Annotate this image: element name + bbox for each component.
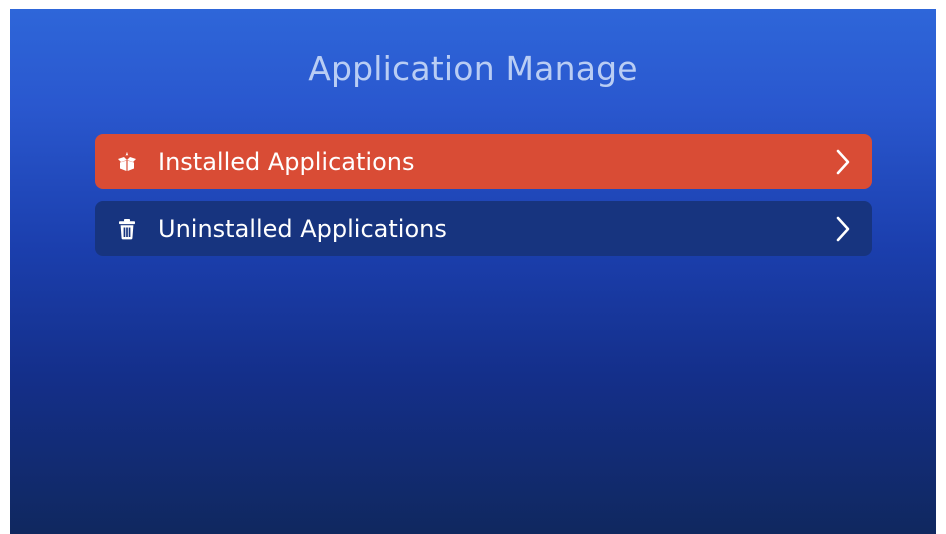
uninstalled-applications-label: Uninstalled Applications: [158, 214, 447, 243]
chevron-right-icon: [836, 149, 850, 175]
installed-applications-label: Installed Applications: [158, 147, 415, 176]
installed-applications-item[interactable]: Installed Applications: [95, 134, 872, 189]
chevron-right-icon: [836, 216, 850, 242]
page-title: Application Manage: [308, 49, 638, 88]
app-manage-screen: Application Manage Installed Application…: [10, 9, 936, 534]
uninstalled-applications-item[interactable]: Uninstalled Applications: [95, 201, 872, 256]
trash-icon: [115, 217, 139, 241]
open-box-icon: [115, 150, 139, 174]
